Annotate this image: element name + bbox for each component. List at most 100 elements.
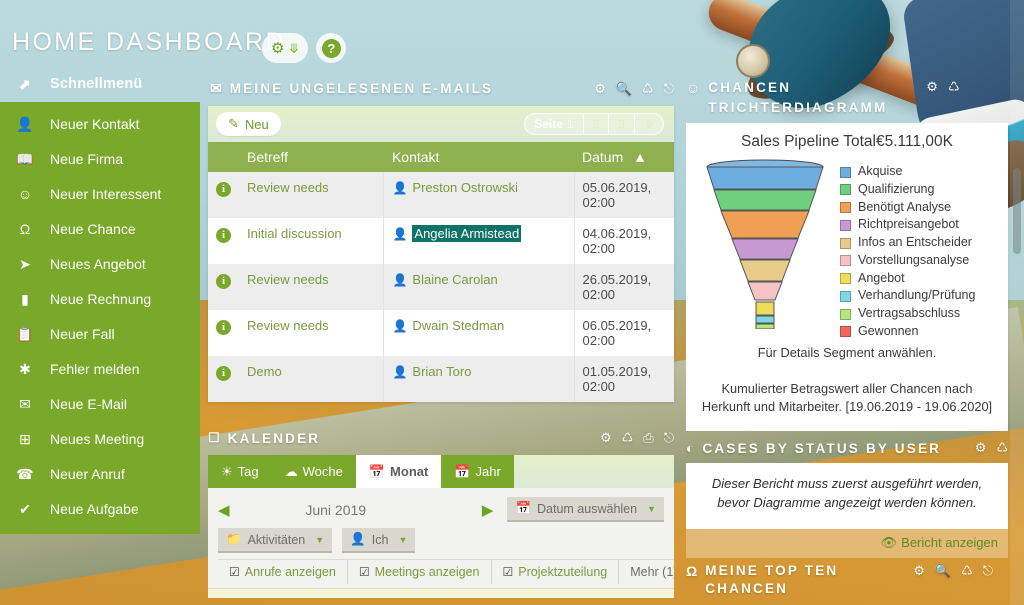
cases-by-status-panel: ◐ CASES BY STATUS BY USER ⚙ ♺ Dieser Ber… [686,440,1008,558]
contact-name[interactable]: Dwain Stedman [412,318,504,333]
legend-item-vertragsabschluss[interactable]: Vertragsabschluss [840,305,1000,323]
checkbox-meetings-anzeigen[interactable]: ☑ Meetings anzeigen [348,560,492,584]
email-subject[interactable]: Review needs [239,172,385,218]
refresh-icon[interactable]: ♺ [996,440,1008,456]
column-header-datum[interactable]: Datum ▲ [574,142,674,172]
sidebar-item-neue-firma[interactable]: 📖 Neue Firma [0,141,200,176]
gear-icon[interactable]: ⚙ [975,440,987,456]
calendar-panel: ☐ KALENDER ⚙ ♺ ⎙ ⎋ ☀ Tag ☁ Woche 📅 Monat… [208,430,674,605]
info-icon[interactable]: i [216,182,231,197]
funnel-graphic[interactable] [694,157,836,341]
tab-jahr[interactable]: 📅 Jahr [441,455,513,488]
info-icon[interactable]: i [216,320,231,335]
contact-name[interactable]: Brian Toro [412,364,471,379]
refresh-icon[interactable]: ♺ [948,78,960,97]
legend-item-benoetigt-analyse[interactable]: Benötigt Analyse [840,199,1000,217]
sidebar-item-neues-angebot[interactable]: ➤ Neues Angebot [0,246,200,281]
date-picker-button[interactable]: 📅 Datum auswählen ▼ [507,497,664,522]
calendar-icon: 📅 [454,463,471,479]
sidebar-item-neue-chance[interactable]: Ω Neue Chance [0,211,200,246]
tab-tag[interactable]: ☀ Tag [208,455,272,488]
email-subject[interactable]: Demo [239,356,385,402]
column-header-betreff[interactable]: Betreff [239,142,384,172]
email-subject[interactable]: Review needs [239,264,385,310]
legend-label: Vorstellungsanalyse [858,252,970,267]
email-contact[interactable]: 👤 Brian Toro [383,356,575,402]
info-icon[interactable]: i [216,228,231,243]
sidebar-quickmenu-header[interactable]: ⬈ Schnellmenü [0,70,200,102]
open-external-icon[interactable]: ⎋ [664,430,674,446]
open-external-icon[interactable]: ⎋ [664,81,674,97]
funnel-card: Sales Pipeline Total€5.111,00K Akquise Q… [686,123,1008,431]
pagination-page-3[interactable]: 3 [609,114,635,134]
legend-item-vorstellungsanalyse[interactable]: Vorstellungsanalyse [840,252,1000,270]
pagination-page-2[interactable]: 2 [584,114,610,134]
open-external-icon[interactable]: ⎋ [983,562,993,580]
dashboard-settings-button[interactable]: ⚙ ⤋ [262,33,309,63]
contact-name[interactable]: Preston Ostrowski [412,180,517,195]
legend-item-verhandlung-pruefung[interactable]: Verhandlung/Prüfung [840,287,1000,305]
tab-monat[interactable]: 📅 Monat [355,455,442,488]
checkbox-anrufe-anzeigen[interactable]: ☑ Anrufe anzeigen [218,560,348,584]
sidebar-item-fehler-melden[interactable]: ✱ Fehler melden [0,351,200,386]
legend-item-akquise[interactable]: Akquise [840,163,1000,181]
sidebar-item-neuer-interessent[interactable]: ☺ Neuer Interessent [0,176,200,211]
sidebar-item-neue-rechnung[interactable]: ▮ Neue Rechnung [0,281,200,316]
email-date: 26.05.2019, 02:00 [574,264,674,310]
sidebar-item-neuer-kontakt[interactable]: 👤 Neuer Kontakt [0,106,200,141]
email-contact[interactable]: 👤 Angelia Armistead [383,218,575,264]
refresh-icon[interactable]: ♺ [642,81,654,97]
filter-ich[interactable]: 👤 Ich ▼ [342,528,416,553]
new-email-button[interactable]: ✎ Neu [216,112,281,136]
legend-item-infos-an-entscheider[interactable]: Infos an Entscheider [840,234,1000,252]
info-icon[interactable]: i [216,366,231,381]
sidebar-item-neues-meeting[interactable]: ⊞ Neues Meeting [0,421,200,456]
email-contact[interactable]: 👤 Preston Ostrowski [383,172,575,218]
search-icon[interactable]: 🔍 [935,562,951,580]
gear-icon[interactable]: ⚙ [594,81,606,97]
refresh-icon[interactable]: ♺ [961,562,973,580]
legend-swatch [840,308,851,320]
column-header-kontakt[interactable]: Kontakt [383,142,574,172]
gear-icon[interactable]: ⚙ [913,562,925,580]
email-contact[interactable]: 👤 Blaine Carolan [383,264,575,310]
gear-icon[interactable]: ⚙ [600,430,612,446]
table-row[interactable]: i Review needs 👤 Preston Ostrowski 05.06.… [208,172,674,218]
tab-woche[interactable]: ☁ Woche [272,455,356,488]
contact-name[interactable]: Blaine Carolan [412,272,497,287]
contact-name-selected[interactable]: Angelia Armistead [412,225,522,242]
filter-aktivitaeten[interactable]: 📁 Aktivitäten ▼ [218,528,333,553]
email-subject[interactable]: Initial discussion [239,218,385,264]
checkbox-projektzuteilung[interactable]: ☑ Projektzuteilung [492,560,620,584]
legend-item-qualifizierung[interactable]: Qualifizierung [840,181,1000,199]
chevron-double-down-icon[interactable]: ⤋ [635,114,663,134]
info-icon[interactable]: i [216,274,231,289]
email-subject[interactable]: Review needs [239,310,385,356]
table-row[interactable]: i Demo 👤 Brian Toro 01.05.2019, 02:00 [208,356,674,402]
table-row[interactable]: i Review needs 👤 Dwain Stedman 06.05.2019… [208,310,674,356]
page-scrollbar-track[interactable] [1010,0,1024,605]
legend-label: Richtpreisangebot [858,217,959,232]
pagination-current-page[interactable]: Seite 1 [525,114,584,134]
search-icon[interactable]: 🔍 [616,81,632,97]
table-row[interactable]: i Initial discussion 👤 Angelia Armistead … [208,218,674,264]
view-report-link[interactable]: 👁 Bericht anzeigen [881,535,998,550]
legend-item-richtpreisangebot[interactable]: Richtpreisangebot [840,216,1000,234]
caret-right-icon[interactable]: ▶ [482,501,494,519]
sidebar-item-neuer-anruf[interactable]: ☎ Neuer Anruf [0,456,200,491]
sidebar-item-neuer-fall[interactable]: 📋 Neuer Fall [0,316,200,351]
sidebar-item-neue-aufgabe[interactable]: ✔ Neue Aufgabe [0,491,200,526]
help-button[interactable]: ? [316,33,347,63]
page-scrollbar-thumb[interactable] [1013,168,1021,254]
refresh-icon[interactable]: ♺ [622,430,634,446]
sidebar-item-neue-email[interactable]: ✉ Neue E-Mail [0,386,200,421]
print-icon[interactable]: ⎙ [643,430,653,446]
legend-item-gewonnen[interactable]: Gewonnen [840,323,1000,341]
cases-panel-header-icons: ⚙ ♺ [975,440,1008,456]
legend-item-angebot[interactable]: Angebot [840,270,1000,288]
email-contact[interactable]: 👤 Dwain Stedman [383,310,575,356]
table-row[interactable]: i Review needs 👤 Blaine Carolan 26.05.201… [208,264,674,310]
tab-label: Tag [237,464,259,479]
calendar-more-filters[interactable]: Mehr (1) ▼ [619,560,674,584]
gear-icon[interactable]: ⚙ [926,78,938,97]
